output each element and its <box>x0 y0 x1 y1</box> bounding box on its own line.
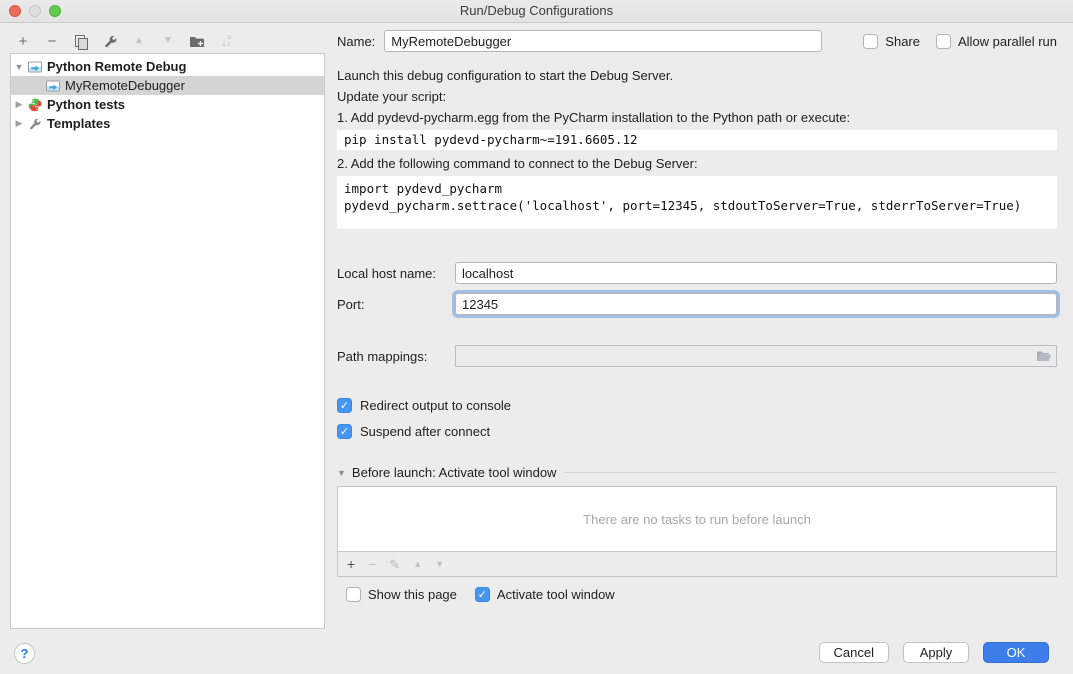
redirect-output-checkbox[interactable]: Redirect output to console <box>337 398 1057 413</box>
tree-item-label: Python Remote Debug <box>47 59 186 74</box>
configurations-tree: ▼ Python Remote Debug MyRemoteDebugger <box>10 53 325 629</box>
cancel-button[interactable]: Cancel <box>819 642 889 663</box>
remote-debug-icon <box>27 60 43 74</box>
activate-tool-window-checkbox[interactable]: Activate tool window <box>475 587 615 602</box>
share-checkbox[interactable]: Share <box>863 34 920 49</box>
checkbox-checked-icon <box>475 587 490 602</box>
edit-task-button[interactable]: ✎ <box>389 558 400 571</box>
redirect-output-label: Redirect output to console <box>360 398 511 413</box>
port-label: Port: <box>337 297 455 312</box>
ok-button[interactable]: OK <box>983 642 1049 663</box>
separator-line <box>564 472 1057 473</box>
remove-task-button[interactable]: − <box>368 557 376 571</box>
add-configuration-button[interactable]: + <box>12 30 34 52</box>
allow-parallel-run-checkbox[interactable]: Allow parallel run <box>936 34 1057 49</box>
help-button[interactable]: ? <box>14 643 35 664</box>
remove-configuration-button[interactable]: − <box>41 30 63 52</box>
edit-defaults-button[interactable] <box>99 30 121 52</box>
pip-install-command: pip install pydevd-pycharm~=191.6605.12 <box>337 130 1057 150</box>
move-task-down-button[interactable]: ▼ <box>435 560 444 569</box>
chevron-down-icon[interactable]: ▼ <box>337 468 346 478</box>
copy-icon <box>75 35 87 48</box>
python-tests-icon <box>27 98 43 112</box>
titlebar: Run/Debug Configurations <box>0 0 1073 23</box>
checkbox-unchecked-icon <box>863 34 878 49</box>
settrace-code-block: import pydevd_pycharm pydevd_pycharm.set… <box>337 176 1057 229</box>
activate-tool-window-label: Activate tool window <box>497 587 615 602</box>
configuration-form: Name: Share Allow parallel run Launch th… <box>337 30 1057 602</box>
chevron-right-icon[interactable]: ▶ <box>11 118 27 129</box>
checkbox-checked-icon <box>337 398 352 413</box>
task-toolbar: + − ✎ ▲ ▼ <box>338 551 1056 576</box>
checkbox-checked-icon <box>337 424 352 439</box>
suspend-after-connect-label: Suspend after connect <box>360 424 490 439</box>
run-debug-configurations-dialog: Run/Debug Configurations + − ▲ ▼ ↓ az <box>0 0 1073 674</box>
intro-line-2: Update your script: <box>337 90 1057 103</box>
name-label: Name: <box>337 34 375 49</box>
before-launch-label: Before launch: Activate tool window <box>352 465 557 480</box>
sort-az-icon: ↓ az <box>221 34 231 48</box>
tree-item-python-tests[interactable]: ▶ Python tests <box>11 95 324 114</box>
suspend-after-connect-checkbox[interactable]: Suspend after connect <box>337 424 1057 439</box>
move-up-button[interactable]: ▲ <box>128 30 150 52</box>
empty-tasks-message: There are no tasks to run before launch <box>338 487 1056 551</box>
path-mappings-field[interactable] <box>455 345 1057 367</box>
show-this-page-checkbox[interactable]: Show this page <box>346 587 457 602</box>
move-task-up-button[interactable]: ▲ <box>413 560 422 569</box>
copy-configuration-button[interactable] <box>70 30 92 52</box>
new-folder-button[interactable] <box>186 30 208 52</box>
move-down-button[interactable]: ▼ <box>157 30 179 52</box>
browse-folder-icon[interactable] <box>1036 350 1052 363</box>
path-mappings-row: Path mappings: <box>337 345 1057 367</box>
configurations-toolbar: + − ▲ ▼ ↓ az <box>12 30 237 52</box>
wrench-icon <box>103 34 118 49</box>
sort-configurations-button[interactable]: ↓ az <box>215 30 237 52</box>
share-label: Share <box>885 34 920 49</box>
checkbox-unchecked-icon <box>346 587 361 602</box>
port-input[interactable] <box>455 293 1057 315</box>
tree-item-templates[interactable]: ▶ Templates <box>11 114 324 133</box>
question-mark-icon: ? <box>21 646 29 661</box>
wrench-icon <box>27 117 43 131</box>
code-line-1: import pydevd_pycharm <box>344 181 502 196</box>
add-task-button[interactable]: + <box>347 557 355 571</box>
path-mappings-label: Path mappings: <box>337 349 455 364</box>
dialog-buttons: Cancel Apply OK <box>819 642 1049 663</box>
tree-item-python-remote-debug[interactable]: ▼ Python Remote Debug <box>11 57 324 76</box>
before-launch-header[interactable]: ▼ Before launch: Activate tool window <box>337 465 1057 480</box>
chevron-right-icon[interactable]: ▶ <box>11 99 27 110</box>
local-host-name-label: Local host name: <box>337 266 455 281</box>
tree-item-label: Python tests <box>47 97 125 112</box>
chevron-down-icon[interactable]: ▼ <box>11 62 27 72</box>
window-title: Run/Debug Configurations <box>0 0 1073 22</box>
tree-item-label: MyRemoteDebugger <box>65 78 185 93</box>
remote-debug-icon <box>45 79 61 93</box>
step-2-text: 2. Add the following command to connect … <box>337 157 1057 170</box>
tree-item-myremotedebugger[interactable]: MyRemoteDebugger <box>11 76 324 95</box>
code-line-2: pydevd_pycharm.settrace('localhost', por… <box>344 198 1021 213</box>
checkbox-unchecked-icon <box>936 34 951 49</box>
apply-button[interactable]: Apply <box>903 642 969 663</box>
before-launch-task-list: There are no tasks to run before launch … <box>337 486 1057 577</box>
port-row: Port: <box>337 293 1057 315</box>
name-input[interactable] <box>384 30 822 52</box>
local-host-name-input[interactable] <box>455 262 1057 284</box>
step-1-text: 1. Add pydevd-pycharm.egg from the PyCha… <box>337 111 1057 124</box>
allow-parallel-run-label: Allow parallel run <box>958 34 1057 49</box>
local-host-row: Local host name: <box>337 262 1057 284</box>
show-this-page-label: Show this page <box>368 587 457 602</box>
folder-add-icon <box>189 34 205 48</box>
tree-item-label: Templates <box>47 116 110 131</box>
intro-line-1: Launch this debug configuration to start… <box>337 69 1057 82</box>
